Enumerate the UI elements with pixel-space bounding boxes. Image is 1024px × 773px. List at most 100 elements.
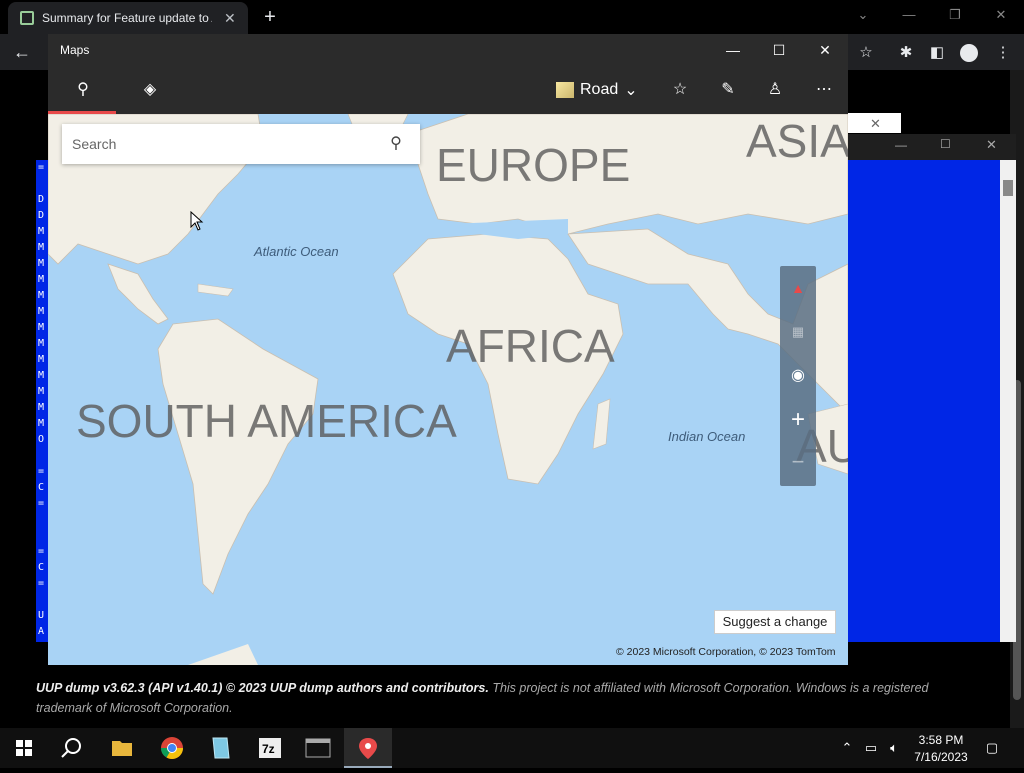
clock-date[interactable]: 7/16/2023 xyxy=(910,750,972,764)
console-scrollbar[interactable] xyxy=(1000,160,1016,642)
console-line-char: M xyxy=(38,370,45,381)
console-icon xyxy=(305,738,331,758)
terminal-button[interactable] xyxy=(294,728,342,768)
console-line-char: M xyxy=(38,322,45,333)
chrome-button[interactable] xyxy=(148,728,196,768)
browser-minimize-button[interactable]: — xyxy=(886,4,932,28)
chevron-down-icon: ⌄ xyxy=(624,82,638,99)
search-box[interactable]: ⚲ xyxy=(62,124,420,164)
maps-taskbar-button[interactable] xyxy=(344,728,392,768)
tilt-icon[interactable]: ▦ xyxy=(780,314,816,350)
console-line-char: C xyxy=(38,482,45,493)
console-line-char xyxy=(36,512,48,528)
side-panel-icon[interactable]: ◧ xyxy=(926,42,948,64)
new-tab-button[interactable]: + xyxy=(258,6,282,30)
console-line-char: = xyxy=(38,498,45,509)
maps-pin-icon xyxy=(359,738,377,759)
console-line-char: M xyxy=(38,242,45,253)
back-button[interactable]: ← xyxy=(10,40,34,64)
suggest-change-button[interactable]: Suggest a change xyxy=(714,610,836,634)
console-close-button[interactable]: ✕ xyxy=(986,137,997,153)
label-africa: AFRICA xyxy=(446,320,615,372)
map-copyright: © 2023 Microsoft Corporation, © 2023 Tom… xyxy=(616,646,836,658)
more-options-icon[interactable]: ⋯ xyxy=(809,78,839,102)
7zip-icon: 7z xyxy=(259,738,281,758)
notepad-button[interactable] xyxy=(197,728,245,768)
console-line-char: = xyxy=(38,578,45,589)
maps-minimize-button[interactable]: — xyxy=(718,40,748,60)
windows-logo-icon xyxy=(16,740,32,756)
console-line-char: = xyxy=(38,466,45,477)
zoom-out-icon[interactable]: − xyxy=(780,444,816,480)
tab-title: Summary for Feature update to A xyxy=(42,11,212,25)
console-line-char: = xyxy=(38,546,45,557)
bookmark-star-icon[interactable]: ☆ xyxy=(855,42,877,64)
tab-close-icon[interactable]: ✕ xyxy=(224,10,236,27)
maps-window: Maps — ☐ ✕ ⚲ ◈ Road ⌄ ☆ ✎ ♙ ⋯ EUROPE ASI… xyxy=(48,34,848,665)
browser-restore-button[interactable]: ❐ xyxy=(932,4,978,28)
favorites-icon[interactable]: ☆ xyxy=(665,78,695,102)
page-footer: UUP dump v3.62.3 (API v1.40.1) © 2023 UU… xyxy=(36,678,966,718)
sign-in-person-icon[interactable]: ♙ xyxy=(760,78,790,102)
console-line-char: M xyxy=(38,418,45,429)
notification-center-icon[interactable]: ▢ xyxy=(981,738,1003,758)
volume-muted-icon[interactable]: 🔈︎ xyxy=(884,738,904,758)
search-icon[interactable]: ⚲ xyxy=(384,132,408,156)
console-line-char: C xyxy=(38,562,45,573)
notepad-icon xyxy=(212,737,230,759)
search-tab-icon: ⚲ xyxy=(77,81,89,98)
background-dialog-close-icon[interactable]: ✕ xyxy=(870,116,881,132)
console-line-char: U xyxy=(38,610,45,621)
page-favicon-icon xyxy=(20,11,34,25)
profile-avatar-icon[interactable] xyxy=(958,42,980,64)
mouse-cursor-icon xyxy=(190,211,204,231)
my-location-icon[interactable]: ◉ xyxy=(780,358,816,394)
console-line-char: M xyxy=(38,258,45,269)
maps-close-button[interactable]: ✕ xyxy=(810,40,840,60)
road-style-swatch-icon xyxy=(556,82,574,98)
network-icon[interactable]: ▭ xyxy=(861,738,881,758)
ink-pen-icon[interactable]: ✎ xyxy=(713,78,743,102)
search-input[interactable] xyxy=(72,124,382,164)
directions-tab-icon[interactable]: ◈ xyxy=(135,78,165,102)
console-line-char xyxy=(36,592,48,608)
label-asia: ASIA xyxy=(746,115,848,167)
console-line-char xyxy=(36,528,48,544)
browser-close-button[interactable]: ✕ xyxy=(978,4,1024,28)
console-line-char: M xyxy=(38,402,45,413)
console-maximize-button[interactable]: ☐ xyxy=(940,137,951,151)
browser-tab[interactable]: Summary for Feature update to A ✕ xyxy=(8,2,248,34)
label-atlantic-ocean: Atlantic Ocean xyxy=(254,244,339,259)
console-scroll-thumb[interactable] xyxy=(1003,180,1013,196)
file-explorer-button[interactable] xyxy=(98,728,146,768)
console-line-char: A xyxy=(38,626,45,637)
folder-icon xyxy=(112,741,132,756)
browser-menu-icon[interactable]: ⋮ xyxy=(992,42,1014,64)
footer-copyright: UUP dump v3.62.3 (API v1.40.1) © 2023 UU… xyxy=(36,681,489,695)
7zip-button[interactable]: 7z xyxy=(246,728,294,768)
maps-maximize-button[interactable]: ☐ xyxy=(764,40,794,60)
tab-search-chevron-icon[interactable]: ⌄ xyxy=(840,4,886,28)
maps-title: Maps xyxy=(60,43,90,57)
map-style-label: Road xyxy=(580,81,619,98)
map-canvas[interactable] xyxy=(48,114,848,665)
compass-icon[interactable]: ▲ xyxy=(780,270,816,306)
zoom-in-icon[interactable]: + xyxy=(780,402,816,438)
search-tab[interactable]: ⚲ xyxy=(48,66,116,114)
taskbar-search-button[interactable] xyxy=(48,728,96,768)
extensions-puzzle-icon[interactable]: ✱ xyxy=(895,42,917,64)
label-europe: EUROPE xyxy=(436,139,631,191)
console-line-char: D xyxy=(38,194,45,205)
console-minimize-button[interactable]: — xyxy=(895,138,907,152)
console-line-char xyxy=(36,176,48,192)
console-line-char: M xyxy=(38,226,45,237)
console-line-char: M xyxy=(38,274,45,285)
map-style-dropdown[interactable]: Road ⌄ xyxy=(556,78,642,102)
maps-titlebar: Maps — ☐ ✕ xyxy=(48,34,848,66)
console-line-char xyxy=(36,448,48,464)
console-line-char: O xyxy=(38,434,45,445)
console-text-column: = D D M M M M M M M M M M M M M O = C = = C = U A xyxy=(36,160,48,642)
show-hidden-icons-chevron-icon[interactable]: ⌃ xyxy=(837,738,857,758)
start-button[interactable] xyxy=(0,728,48,768)
clock-time[interactable]: 3:58 PM xyxy=(910,733,972,747)
